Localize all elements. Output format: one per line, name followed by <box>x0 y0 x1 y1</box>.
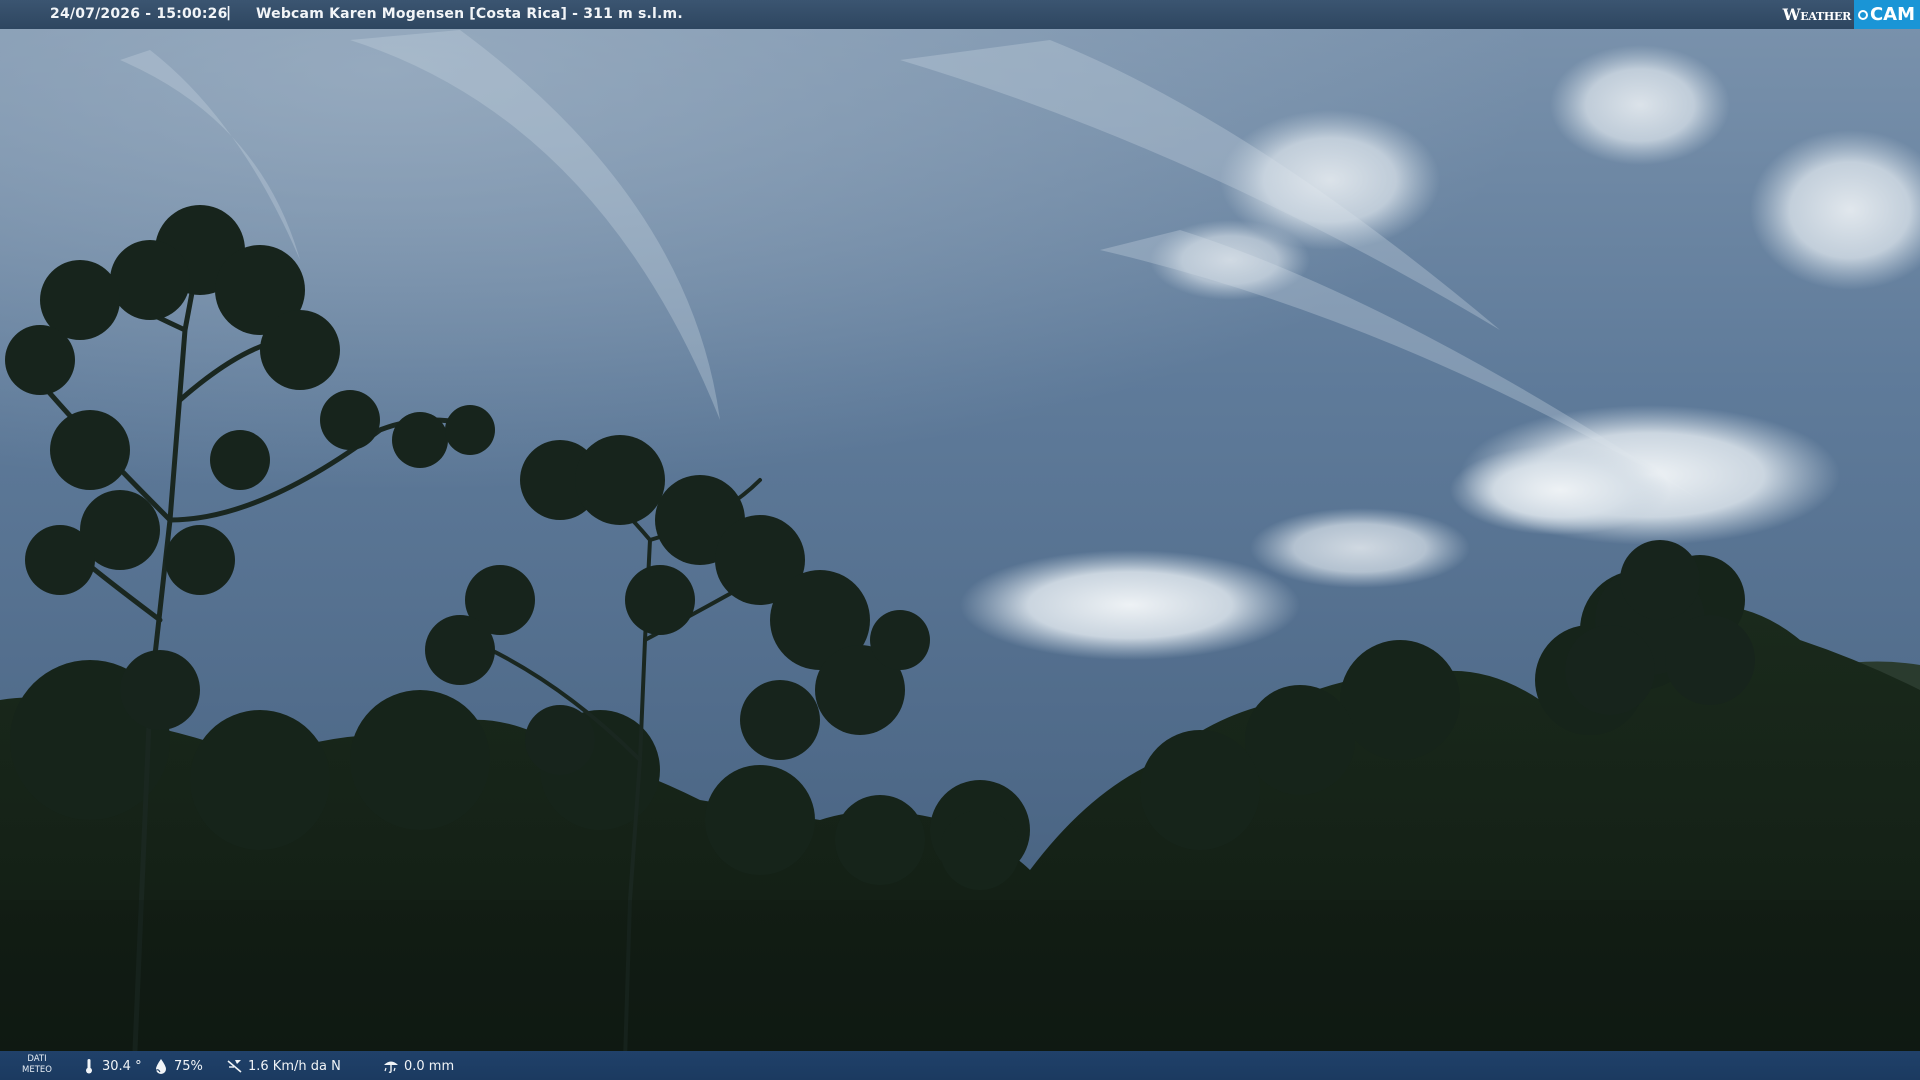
info-bar-top: 24/07/2026 - 15:00:26 | Webcam Karen Mog… <box>0 0 1920 29</box>
temperature-reading: 30.4 ° <box>80 1057 142 1075</box>
webcam-image <box>0 0 1920 1080</box>
separator: | <box>226 5 232 21</box>
rain-value: 0.0 mm <box>404 1058 455 1074</box>
logo-cam-badge: CAM <box>1853 0 1920 29</box>
humidity-icon <box>154 1059 166 1074</box>
logo-weather-text: Weather <box>1782 5 1852 24</box>
webcam-title: Webcam Karen Mogensen [Costa Rica] - 311… <box>256 6 683 22</box>
wind-reading: 1.6 Km/h da N <box>226 1057 341 1075</box>
logo-ring-icon <box>1857 9 1868 20</box>
weathercam-logo: Weather CAM <box>1779 0 1920 29</box>
webcam-frame: 24/07/2026 - 15:00:26 | Webcam Karen Mog… <box>0 0 1920 1080</box>
meteo-label: METEO <box>22 1065 52 1075</box>
temperature-value: 30.4 ° <box>102 1058 142 1074</box>
wind-value: 1.6 Km/h da N <box>248 1058 341 1074</box>
thermometer-icon <box>86 1059 92 1074</box>
rain-gauge-icon <box>384 1061 398 1074</box>
timestamp: 24/07/2026 - 15:00:26 <box>50 6 228 22</box>
humidity-reading: 75% <box>152 1057 203 1075</box>
wind-icon <box>227 1060 242 1073</box>
dati-label: DATI <box>27 1054 47 1064</box>
rain-reading: 0.0 mm <box>382 1057 454 1075</box>
humidity-value: 75% <box>174 1058 203 1074</box>
logo-cam-text: CAM <box>1869 4 1915 25</box>
dati-meteo-label: DATI METEO <box>20 1054 54 1076</box>
weather-data-bar: DATI METEO 30.4 ° 75% 1.6 Km/h da N 0.0 … <box>0 1051 1920 1080</box>
